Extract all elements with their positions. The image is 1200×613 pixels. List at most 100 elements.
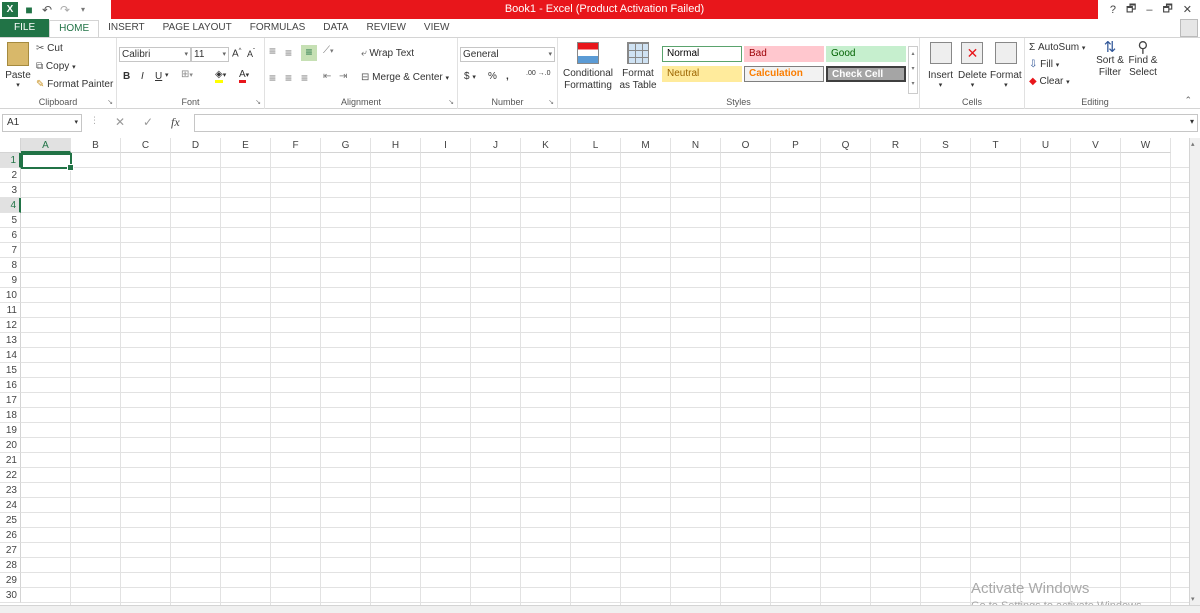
column-header[interactable]: B <box>71 138 121 153</box>
bold-button[interactable]: B <box>123 71 130 82</box>
row-header[interactable]: 1 <box>0 153 21 168</box>
dialog-launcher-icon[interactable]: ↘ <box>107 98 113 106</box>
comma-button[interactable]: , <box>506 71 509 82</box>
cell-style-neutral[interactable]: Neutral <box>662 66 742 82</box>
row-header[interactable]: 3 <box>0 183 21 198</box>
column-header[interactable]: W <box>1121 138 1171 153</box>
row-header[interactable]: 30 <box>0 588 21 603</box>
fill-button[interactable]: ⇩ Fill ▾ <box>1029 59 1059 70</box>
align-middle-icon[interactable]: ≡ <box>285 46 292 60</box>
decrease-indent-icon[interactable]: ⇤ <box>323 71 331 82</box>
autosum-button[interactable]: Σ AutoSum ▾ <box>1029 42 1085 53</box>
clear-button[interactable]: ◆ Clear ▾ <box>1029 76 1070 87</box>
dialog-launcher-icon[interactable]: ↘ <box>255 98 261 106</box>
cell-style-good[interactable]: Good <box>826 46 906 62</box>
row-header[interactable]: 13 <box>0 333 21 348</box>
merge-center-button[interactable]: ⊟ Merge & Center ▾ <box>361 72 449 83</box>
insert-function-button[interactable]: fx <box>171 115 180 130</box>
italic-button[interactable]: I <box>141 71 144 82</box>
row-header[interactable]: 19 <box>0 423 21 438</box>
minimize-button[interactable]: – <box>1146 4 1152 16</box>
tab-page-layout[interactable]: PAGE LAYOUT <box>154 19 241 38</box>
delete-cells-button[interactable]: ✕ Delete ▾ <box>958 42 987 89</box>
row-header[interactable]: 20 <box>0 438 21 453</box>
undo-icon[interactable]: ↶ <box>40 3 54 17</box>
ribbon-display-icon[interactable]: 🗗 <box>1126 0 1136 19</box>
row-header[interactable]: 8 <box>0 258 21 273</box>
scroll-down-icon[interactable]: ▾ <box>1191 595 1195 603</box>
row-header[interactable]: 29 <box>0 573 21 588</box>
align-left-icon[interactable]: ≡ <box>269 71 276 85</box>
scroll-up-icon[interactable]: ▴ <box>1191 140 1195 148</box>
row-header[interactable]: 11 <box>0 303 21 318</box>
column-header[interactable]: G <box>321 138 371 153</box>
row-header[interactable]: 16 <box>0 378 21 393</box>
grow-font-button[interactable]: A^ <box>232 48 242 59</box>
tab-home[interactable]: HOME <box>49 20 100 38</box>
row-header[interactable]: 22 <box>0 468 21 483</box>
customize-qat-icon[interactable]: ▾ <box>76 3 90 17</box>
account-avatar[interactable] <box>1180 19 1198 37</box>
column-header[interactable]: P <box>771 138 821 153</box>
cell-style-check-cell[interactable]: Check Cell <box>826 66 906 82</box>
dialog-launcher-icon[interactable]: ↘ <box>548 98 554 106</box>
formula-input[interactable]: ▾ <box>194 114 1198 132</box>
copy-button[interactable]: ⧉ Copy ▾ <box>36 61 76 72</box>
row-header[interactable]: 28 <box>0 558 21 573</box>
collapse-ribbon-icon[interactable]: ⌃ <box>1184 95 1192 106</box>
align-right-icon[interactable]: ≡ <box>301 71 308 85</box>
column-header[interactable]: T <box>971 138 1021 153</box>
redo-icon[interactable]: ↷ <box>58 3 72 17</box>
font-size-select[interactable]: 11 ▾ <box>191 47 229 62</box>
cell-area[interactable] <box>21 153 1189 605</box>
paste-button[interactable]: Paste ▾ <box>5 42 31 89</box>
column-header[interactable]: F <box>271 138 321 153</box>
name-box[interactable]: A1 ▾ <box>2 114 82 132</box>
column-header[interactable]: R <box>871 138 921 153</box>
row-header[interactable]: 18 <box>0 408 21 423</box>
close-button[interactable]: ✕ <box>1183 3 1192 16</box>
column-header[interactable]: K <box>521 138 571 153</box>
row-header[interactable]: 2 <box>0 168 21 183</box>
row-header[interactable]: 24 <box>0 498 21 513</box>
currency-button[interactable]: $ ▾ <box>464 71 476 82</box>
column-header[interactable]: A <box>21 138 71 153</box>
increase-decimal-button[interactable]: .00 →.0 <box>526 70 551 77</box>
tab-insert[interactable]: INSERT <box>99 19 154 38</box>
cancel-icon[interactable]: ✕ <box>115 115 125 129</box>
column-header[interactable]: E <box>221 138 271 153</box>
enter-icon[interactable]: ✓ <box>143 115 153 129</box>
column-header[interactable]: Q <box>821 138 871 153</box>
save-icon[interactable]: ■ <box>22 3 36 17</box>
column-header[interactable]: V <box>1071 138 1121 153</box>
column-header[interactable]: M <box>621 138 671 153</box>
styles-gallery-scroll[interactable]: ▴ ▾ ▾ <box>908 46 918 94</box>
column-header[interactable]: H <box>371 138 421 153</box>
column-header[interactable]: S <box>921 138 971 153</box>
align-bottom-icon[interactable]: ≡ <box>301 45 317 61</box>
align-center-icon[interactable]: ≡ <box>285 71 292 85</box>
active-cell[interactable] <box>21 153 74 171</box>
cell-style-normal[interactable]: Normal <box>662 46 742 62</box>
find-select-button[interactable]: ⚲ Find & Select <box>1127 40 1159 79</box>
maximize-button[interactable]: 🗗 <box>1162 0 1172 19</box>
row-header[interactable]: 27 <box>0 543 21 558</box>
increase-indent-icon[interactable]: ⇥ <box>339 71 347 82</box>
row-header[interactable]: 10 <box>0 288 21 303</box>
row-header[interactable]: 7 <box>0 243 21 258</box>
row-header[interactable]: 14 <box>0 348 21 363</box>
column-header[interactable]: L <box>571 138 621 153</box>
insert-cells-button[interactable]: Insert ▾ <box>928 42 953 89</box>
column-header[interactable]: U <box>1021 138 1071 153</box>
conditional-formatting-button[interactable]: Conditional Formatting <box>560 42 616 92</box>
column-header[interactable]: I <box>421 138 471 153</box>
underline-button[interactable]: U <box>155 71 162 82</box>
cell-style-calculation[interactable]: Calculation <box>744 66 824 82</box>
tab-review[interactable]: REVIEW <box>357 19 414 38</box>
select-all-corner[interactable] <box>0 138 21 153</box>
row-header[interactable]: 9 <box>0 273 21 288</box>
row-header[interactable]: 23 <box>0 483 21 498</box>
tab-formulas[interactable]: FORMULAS <box>241 19 315 38</box>
row-header[interactable]: 21 <box>0 453 21 468</box>
vertical-scrollbar[interactable]: ▴ ▾ <box>1189 138 1200 605</box>
